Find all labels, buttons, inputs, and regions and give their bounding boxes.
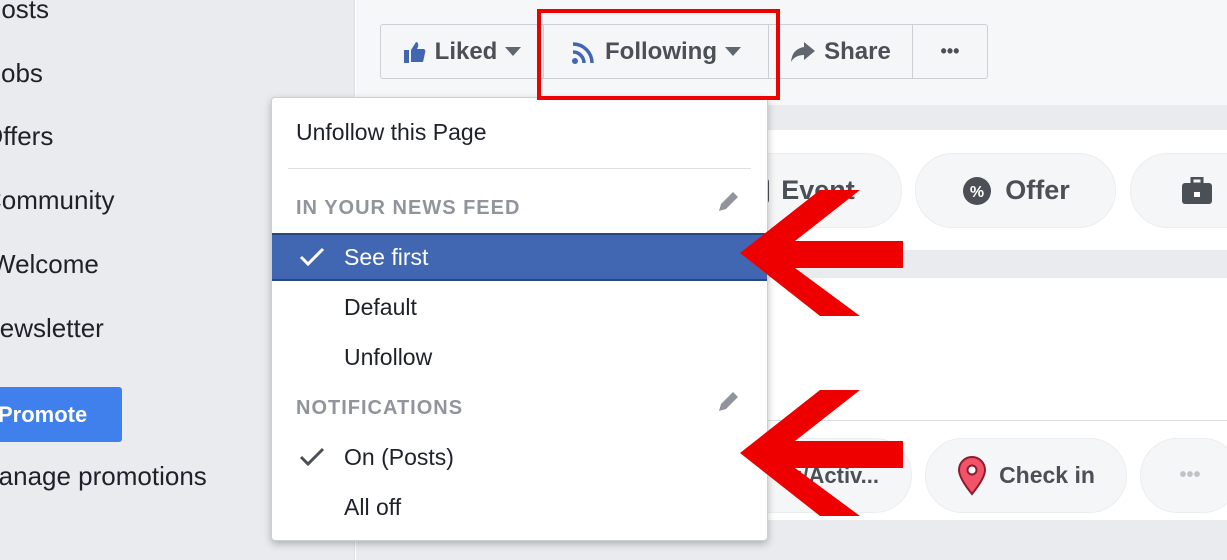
offer-label: Offer	[1005, 175, 1070, 205]
default-option[interactable]: Default	[272, 283, 767, 331]
liked-label: Liked	[434, 37, 498, 65]
see-first-option[interactable]: See first	[272, 233, 767, 281]
unfollow-option[interactable]: Unfollow	[272, 333, 767, 381]
on-posts-label: On (Posts)	[344, 443, 454, 470]
pencil-edit-icon[interactable]	[715, 189, 741, 215]
share-label: Share	[824, 37, 891, 65]
notifications-on-option[interactable]: On (Posts)	[272, 433, 767, 481]
svg-text:%: %	[970, 184, 984, 201]
pencil-edit-icon[interactable]	[715, 389, 741, 415]
all-off-option[interactable]: All off	[272, 483, 767, 531]
more-options-button[interactable]: •••	[913, 25, 987, 78]
following-dropdown-menu: Unfollow this Page IN YOUR NEWS FEED See…	[271, 97, 768, 541]
annotation-arrow-icon	[740, 190, 903, 316]
more-composer-button[interactable]: •••	[1140, 438, 1227, 513]
liked-button[interactable]: Liked	[381, 25, 544, 78]
checkmark-icon	[272, 447, 344, 467]
unfollow-label: Unfollow	[344, 343, 433, 370]
menu-divider	[288, 168, 751, 169]
create-offer-button[interactable]: % Offer	[915, 153, 1116, 228]
see-first-label: See first	[344, 243, 429, 270]
unfollow-page-item[interactable]: Unfollow this Page	[272, 108, 767, 156]
notifications-header: NOTIFICATIONS	[296, 397, 464, 419]
thumbs-up-icon	[403, 41, 425, 63]
manage-promotions-link[interactable]: Manage promotions	[0, 461, 207, 492]
offer-percent-icon: %	[963, 176, 992, 205]
sidebar-item-community[interactable]: Community	[0, 185, 114, 216]
default-label: Default	[344, 293, 417, 320]
annotation-arrow-icon	[740, 390, 903, 516]
sidebar-item-welcome[interactable]: Welcome	[0, 249, 99, 280]
promote-button[interactable]: Promote	[0, 387, 122, 442]
sidebar-item-jobs[interactable]: Jobs	[0, 58, 43, 89]
share-arrow-icon	[791, 41, 816, 62]
checkmark-icon	[272, 247, 344, 267]
annotation-highlight-box	[537, 9, 780, 100]
briefcase-icon	[1182, 176, 1212, 204]
news-feed-header: IN YOUR NEWS FEED	[296, 197, 521, 219]
share-button[interactable]: Share	[769, 25, 913, 78]
check-in-label: Check in	[999, 462, 1095, 488]
caret-down-icon	[505, 47, 522, 56]
sidebar-item-newsletter[interactable]: Newsletter	[0, 313, 104, 344]
location-pin-icon	[958, 455, 987, 496]
all-off-label: All off	[344, 493, 402, 520]
create-job-button[interactable]	[1130, 153, 1227, 228]
sidebar-item-offers[interactable]: Offers	[0, 121, 53, 152]
sidebar-item-posts[interactable]: Posts	[0, 0, 49, 25]
check-in-button[interactable]: Check in	[925, 438, 1127, 513]
